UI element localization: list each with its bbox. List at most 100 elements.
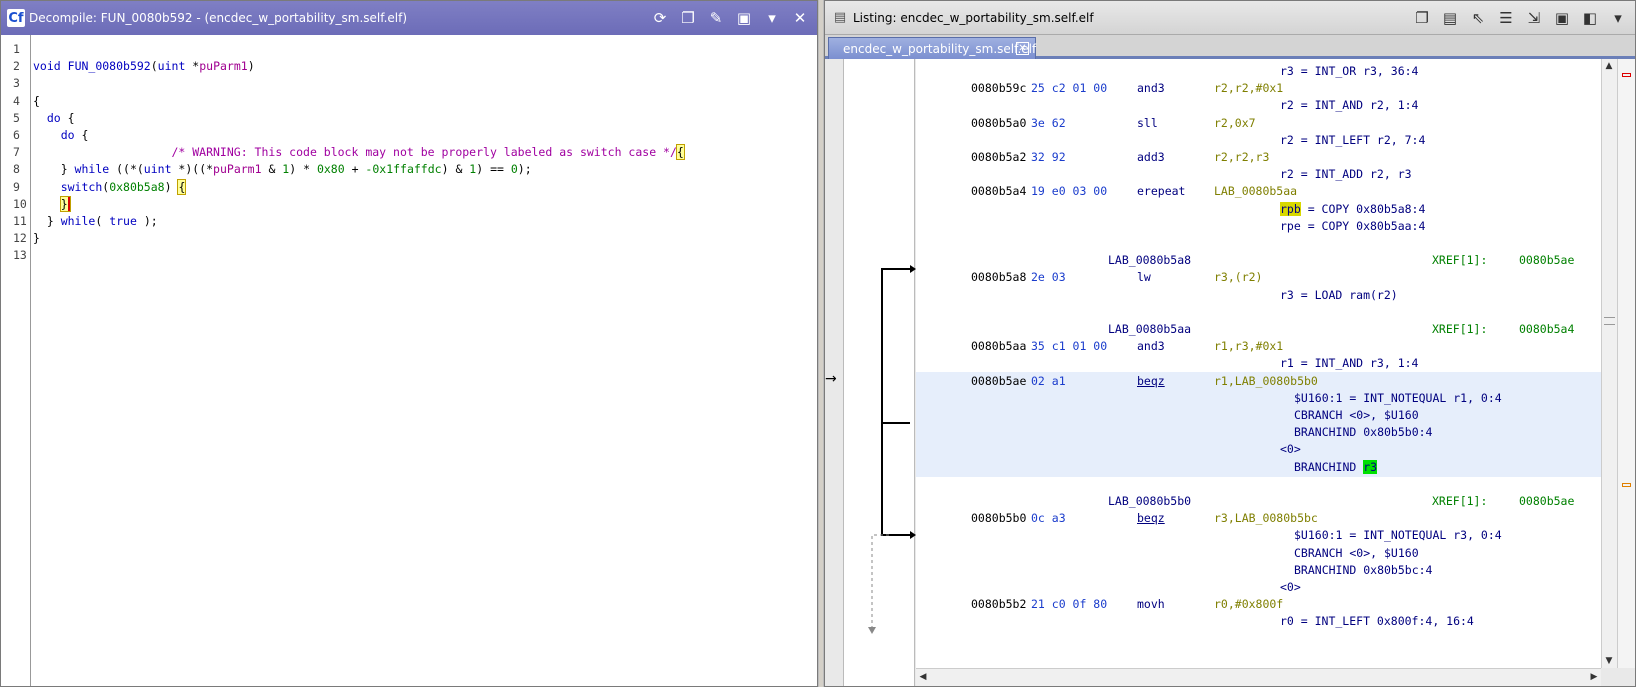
listing-row[interactable]: 0080b5a4 19 e0 03 00 erepeat LAB_0080b5aa bbox=[916, 182, 1601, 200]
mnemonic[interactable]: and3 bbox=[1137, 79, 1165, 97]
tab-program[interactable]: encdec_w_portability_sm.self.elf ✕ bbox=[828, 37, 1036, 59]
listing-row[interactable]: 0080b5a8 2e 03 lw r3,(r2) bbox=[916, 268, 1601, 286]
listing-row[interactable]: BRANCHIND 0x80b5bc:4 bbox=[916, 561, 1601, 579]
address[interactable]: 0080b5ae bbox=[971, 372, 1026, 390]
listing-row[interactable]: $U160:1 = INT_NOTEQUAL r1, 0:4 bbox=[916, 389, 1601, 407]
listing-row[interactable]: r3 = LOAD ram(r2) bbox=[916, 286, 1601, 304]
operands[interactable]: LAB_0080b5aa bbox=[1214, 182, 1297, 200]
listing-row[interactable] bbox=[916, 234, 1601, 252]
scroll-left-icon[interactable]: ◀ bbox=[916, 670, 930, 684]
matching-brace[interactable]: { bbox=[177, 178, 187, 195]
xref-address[interactable]: 0080b5ae bbox=[1519, 492, 1574, 510]
mnemonic[interactable]: erepeat bbox=[1137, 182, 1185, 200]
mnemonic[interactable]: beqz bbox=[1137, 372, 1165, 390]
mnemonic[interactable]: movh bbox=[1137, 595, 1165, 613]
listing-row[interactable]: rpb = COPY 0x80b5a8:4 bbox=[916, 200, 1601, 218]
refresh-icon[interactable]: ⟳ bbox=[649, 7, 671, 29]
close-icon[interactable]: ✕ bbox=[789, 7, 811, 29]
param-token[interactable]: puParm1 bbox=[213, 162, 261, 176]
mnemonic[interactable]: add3 bbox=[1137, 148, 1165, 166]
listing-row[interactable]: 0080b5aa 35 c1 01 00 and3 r1,r3,#0x1 bbox=[916, 337, 1601, 355]
address[interactable]: 0080b5a0 bbox=[971, 114, 1026, 132]
listing-row[interactable]: rpe = COPY 0x80b5aa:4 bbox=[916, 217, 1601, 235]
listing-row[interactable]: 0080b59c 25 c2 01 00 and3 r2,r2,#0x1 bbox=[916, 79, 1601, 97]
operands[interactable]: r2,r2,#0x1 bbox=[1214, 79, 1283, 97]
listing-row[interactable]: r0 = INT_LEFT 0x800f:4, 16:4 bbox=[916, 612, 1601, 630]
xref-address[interactable]: 0080b5a4 bbox=[1519, 320, 1574, 338]
listing-row[interactable]: LAB_0080b5b0 XREF[1]: 0080b5ae bbox=[916, 492, 1601, 510]
param-token[interactable]: puParm1 bbox=[199, 59, 247, 73]
paste-icon[interactable]: ▤ bbox=[1439, 7, 1461, 29]
listing-row[interactable]: r2 = INT_AND r2, 1:4 bbox=[916, 96, 1601, 114]
address[interactable]: 0080b5aa bbox=[971, 337, 1026, 355]
operands[interactable]: r2,0x7 bbox=[1214, 114, 1256, 132]
listing-row[interactable]: 0080b5a2 32 92 add3 r2,r2,r3 bbox=[916, 148, 1601, 166]
xref-address[interactable]: 0080b5ae bbox=[1519, 251, 1574, 269]
address[interactable]: 0080b5b2 bbox=[971, 595, 1026, 613]
select-cursor-icon[interactable]: ⇖ bbox=[1467, 7, 1489, 29]
operands[interactable]: r3,LAB_0080b5bc bbox=[1214, 509, 1318, 527]
listing-row[interactable]: BRANCHIND r3 bbox=[916, 458, 1601, 476]
listing-row[interactable]: LAB_0080b5aa XREF[1]: 0080b5a4 bbox=[916, 320, 1601, 338]
code-label[interactable]: LAB_0080b5aa bbox=[1108, 320, 1191, 338]
listing-row[interactable]: CBRANCH <0>, $U160 bbox=[916, 406, 1601, 424]
mnemonic[interactable]: beqz bbox=[1137, 509, 1165, 527]
navigate-icon[interactable]: ⇲ bbox=[1523, 7, 1545, 29]
listing-row[interactable] bbox=[916, 303, 1601, 321]
scroll-right-icon[interactable]: ▶ bbox=[1587, 670, 1601, 684]
operands[interactable]: r2,r2,r3 bbox=[1214, 148, 1269, 166]
listing-row[interactable]: CBRANCH <0>, $U160 bbox=[916, 544, 1601, 562]
listing-row[interactable]: r3 = INT_OR r3, 36:4 bbox=[916, 62, 1601, 80]
code-label[interactable]: LAB_0080b5a8 bbox=[1108, 251, 1191, 269]
listing-row[interactable]: r1 = INT_AND r3, 1:4 bbox=[916, 354, 1601, 372]
close-icon[interactable]: ✕ bbox=[1016, 42, 1029, 55]
listing-row[interactable]: BRANCHIND 0x80b5b0:4 bbox=[916, 423, 1601, 441]
listing-row[interactable]: 0080b5ae 02 a1 beqz r1,LAB_0080b5b0 bbox=[916, 372, 1601, 390]
address[interactable]: 0080b5a4 bbox=[971, 182, 1026, 200]
mnemonic[interactable]: and3 bbox=[1137, 337, 1165, 355]
mnemonic[interactable]: sll bbox=[1137, 114, 1158, 132]
address[interactable]: 0080b5a2 bbox=[971, 148, 1026, 166]
listing-row[interactable]: LAB_0080b5a8 XREF[1]: 0080b5ae bbox=[916, 251, 1601, 269]
snapshot-icon[interactable]: ▣ bbox=[1551, 7, 1573, 29]
overview-margin[interactable] bbox=[1617, 59, 1635, 668]
listing-row[interactable]: <0> bbox=[916, 578, 1601, 596]
listing-row[interactable]: $U160:1 = INT_NOTEQUAL r3, 0:4 bbox=[916, 526, 1601, 544]
copy-icon[interactable]: ❐ bbox=[677, 7, 699, 29]
operands[interactable]: r1,LAB_0080b5b0 bbox=[1214, 372, 1318, 390]
listing-row[interactable]: r2 = INT_ADD r2, r3 bbox=[916, 165, 1601, 183]
listing-row[interactable]: <0> bbox=[916, 440, 1601, 458]
layout-icon[interactable]: ◧ bbox=[1579, 7, 1601, 29]
operands[interactable]: r3,(r2) bbox=[1214, 268, 1262, 286]
address[interactable]: 0080b59c bbox=[971, 79, 1026, 97]
matching-brace[interactable]: { bbox=[675, 144, 685, 161]
listing-row[interactable]: r2 = INT_LEFT r2, 7:4 bbox=[916, 131, 1601, 149]
cursor-brace[interactable]: } bbox=[59, 195, 71, 212]
listing-row[interactable]: 0080b5b0 0c a3 beqz r3,LAB_0080b5bc bbox=[916, 509, 1601, 527]
edit-icon[interactable]: ✎ bbox=[705, 7, 727, 29]
columns-icon[interactable]: ☰ bbox=[1495, 7, 1517, 29]
mnemonic[interactable]: lw bbox=[1137, 268, 1151, 286]
listing-horizontal-scrollbar[interactable]: ◀ ▶ bbox=[916, 668, 1601, 686]
listing-row[interactable]: 0080b5a0 3e 62 sll r2,0x7 bbox=[916, 114, 1601, 132]
code-label[interactable]: LAB_0080b5b0 bbox=[1108, 492, 1191, 510]
address[interactable]: 0080b5a8 bbox=[971, 268, 1026, 286]
highlighted-register[interactable]: r3 bbox=[1363, 459, 1378, 474]
operands[interactable]: r0,#0x800f bbox=[1214, 595, 1283, 613]
listing-vertical-scrollbar[interactable]: ▲ ▼ bbox=[1601, 59, 1617, 668]
operands[interactable]: r1,r3,#0x1 bbox=[1214, 337, 1283, 355]
listing-row[interactable]: 0080b5b2 21 c0 0f 80 movh r0,#0x800f bbox=[916, 595, 1601, 613]
copy-icon[interactable]: ❐ bbox=[1411, 7, 1433, 29]
scroll-thumb[interactable] bbox=[1604, 317, 1615, 325]
snapshot-icon[interactable]: ▣ bbox=[733, 7, 755, 29]
address[interactable]: 0080b5b0 bbox=[971, 509, 1026, 527]
highlighted-register[interactable]: rpb bbox=[1280, 201, 1301, 216]
menu-chevron-icon[interactable]: ▾ bbox=[1607, 7, 1629, 29]
scroll-down-icon[interactable]: ▼ bbox=[1602, 654, 1616, 668]
listing-row[interactable] bbox=[916, 475, 1601, 493]
listing-code-area[interactable]: r3 = INT_OR r3, 36:4 0080b59c 25 c2 01 00 a… bbox=[916, 59, 1601, 668]
decompiler-code-area[interactable]: 1 2 void FUN_0080b592(uint *puParm1) 3 4{5 d… bbox=[1, 35, 817, 686]
function-name-token[interactable]: FUN_0080b592 bbox=[68, 59, 151, 73]
scroll-up-icon[interactable]: ▲ bbox=[1602, 59, 1616, 73]
menu-chevron-icon[interactable]: ▾ bbox=[761, 7, 783, 29]
